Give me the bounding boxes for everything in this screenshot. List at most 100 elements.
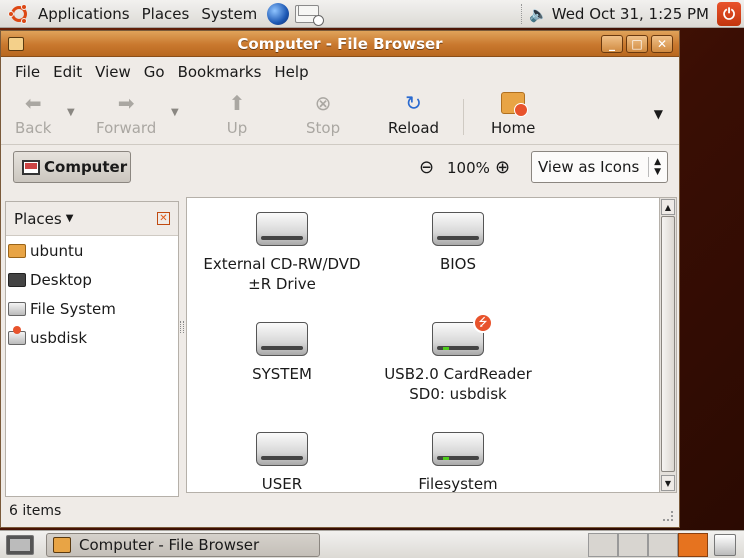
mail-icon[interactable]: [295, 4, 325, 26]
ubuntu-logo-icon[interactable]: [8, 3, 30, 25]
side-pane-header[interactable]: Places ▼ ✕: [6, 202, 178, 236]
drive-icon: [432, 212, 484, 246]
sidebar-item-usbdisk[interactable]: usbdisk: [6, 323, 178, 352]
icon-cd-drive[interactable]: External CD-RW/DVD ±R Drive: [197, 212, 367, 294]
computer-icon: [22, 159, 40, 175]
close-button[interactable]: ✕: [651, 35, 673, 53]
window-titlebar[interactable]: Computer - File Browser _ □ ✕: [1, 31, 679, 57]
icon-label: External CD-RW/DVD: [203, 255, 361, 273]
menu-go[interactable]: Go: [144, 63, 165, 81]
optical-drive-icon: [256, 212, 308, 246]
trash-icon[interactable]: [714, 534, 736, 556]
icon-view: External CD-RW/DVD ±R Drive BIOS SYSTEM …: [186, 197, 677, 493]
icon-filesystem[interactable]: Filesystem: [373, 432, 543, 493]
file-browser-window: Computer - File Browser _ □ ✕ File Edit …: [0, 30, 680, 528]
zoom-out-icon[interactable]: ⊖: [419, 157, 434, 178]
vertical-scrollbar[interactable]: ▲ ▼: [659, 198, 676, 492]
sidebar-item-label: usbdisk: [30, 328, 88, 347]
system-menu[interactable]: System: [201, 5, 257, 23]
reload-button[interactable]: ↻ Reload: [388, 91, 439, 137]
back-label: Back: [15, 119, 52, 137]
volume-icon[interactable]: 🔈: [529, 5, 548, 23]
workspace-switcher: [588, 533, 708, 557]
zoom-level[interactable]: 100%: [447, 159, 490, 177]
desktop-icon: [8, 272, 26, 287]
icon-bios[interactable]: BIOS: [373, 212, 543, 274]
workspace-3[interactable]: [648, 533, 678, 557]
up-button[interactable]: ⬆ Up: [225, 91, 249, 137]
sidebar-item-ubuntu[interactable]: ubuntu: [6, 236, 178, 265]
icon-label: SD0: usbdisk: [409, 385, 507, 403]
forward-label: Forward: [96, 119, 157, 137]
menu-file[interactable]: File: [15, 63, 40, 81]
back-arrow-icon: ⬅: [24, 91, 42, 115]
chevron-down-icon: ▼: [65, 213, 74, 224]
workspace-2[interactable]: [618, 533, 648, 557]
applications-menu[interactable]: Applications: [38, 5, 130, 23]
menu-help[interactable]: Help: [274, 63, 308, 81]
places-dropdown-label: Places: [14, 209, 62, 228]
up-label: Up: [226, 119, 248, 137]
sidebar-item-label: File System: [30, 299, 116, 318]
workspace-4[interactable]: [678, 533, 708, 557]
stop-button[interactable]: ⊗ Stop: [306, 91, 340, 137]
minimize-button[interactable]: _: [601, 35, 623, 53]
sidebar-item-label: ubuntu: [30, 241, 84, 260]
zoom-in-icon[interactable]: ⊕: [495, 157, 510, 178]
taskbar-button-file-browser[interactable]: Computer - File Browser: [46, 533, 320, 557]
back-button[interactable]: ⬅ Back: [15, 91, 51, 137]
icon-label: ±R Drive: [248, 275, 316, 293]
forward-button[interactable]: ➡ Forward: [96, 91, 156, 137]
pane-resize-handle[interactable]: [180, 321, 184, 333]
drive-icon: [256, 432, 308, 466]
places-menu[interactable]: Places: [142, 5, 190, 23]
icon-user[interactable]: USER: [197, 432, 367, 493]
icon-label: USER: [261, 475, 303, 493]
window-resize-grip[interactable]: [663, 511, 673, 521]
icon-label: BIOS: [439, 255, 477, 273]
sidebar-item-file-system[interactable]: File System: [6, 294, 178, 323]
home-button[interactable]: Home: [491, 91, 535, 137]
icon-usb-cardreader[interactable]: ⭍ USB2.0 CardReader SD0: usbdisk: [373, 313, 543, 404]
clock[interactable]: Wed Oct 31, 1:25 PM: [552, 5, 709, 23]
usb-drive-icon: ⭍: [432, 313, 493, 356]
menu-edit[interactable]: Edit: [53, 63, 82, 81]
scroll-down-icon[interactable]: ▼: [661, 475, 675, 491]
usb-badge-icon: ⭍: [473, 313, 493, 333]
status-bar: 6 items: [9, 503, 62, 519]
menu-view[interactable]: View: [95, 63, 131, 81]
back-history-arrow[interactable]: ▼: [67, 107, 75, 118]
home-folder-icon: [501, 92, 529, 117]
menubar: File Edit View Go Bookmarks Help: [1, 57, 679, 87]
icon-system[interactable]: SYSTEM: [197, 322, 367, 384]
reload-icon: ↻: [405, 91, 422, 115]
usb-drive-icon: [8, 325, 26, 345]
icon-label: Filesystem: [418, 475, 498, 493]
toolbar-divider: [463, 99, 464, 135]
scrollbar-thumb[interactable]: [661, 216, 675, 472]
icon-label: SYSTEM: [252, 365, 312, 383]
home-label: Home: [491, 119, 536, 137]
home-folder-icon: [8, 243, 26, 258]
computer-path-button[interactable]: Computer: [13, 151, 131, 183]
close-pane-icon[interactable]: ✕: [157, 212, 170, 225]
toolbar-overflow-arrow[interactable]: ▼: [654, 107, 663, 121]
scroll-up-icon[interactable]: ▲: [661, 199, 675, 215]
menu-bookmarks[interactable]: Bookmarks: [178, 63, 262, 81]
forward-history-arrow[interactable]: ▼: [171, 107, 179, 118]
maximize-button[interactable]: □: [626, 35, 648, 53]
sidebar-item-label: Desktop: [30, 270, 92, 289]
forward-arrow-icon: ➡: [117, 91, 135, 115]
taskbar-button-label: Computer - File Browser: [79, 536, 260, 554]
side-pane: Places ▼ ✕ ubuntu Desktop File System us…: [5, 201, 179, 497]
power-button[interactable]: ⏻: [717, 1, 741, 26]
view-mode-select[interactable]: View as Icons ▲ ▼: [531, 151, 668, 183]
sidebar-item-desktop[interactable]: Desktop: [6, 265, 178, 294]
show-desktop-button[interactable]: [6, 535, 34, 555]
toolbar: ⬅ Back ▼ ➡ Forward ▼ ⬆ Up ⊗ Stop ↻ Reloa…: [1, 87, 679, 145]
reload-label: Reload: [388, 119, 440, 137]
computer-path-label: Computer: [44, 158, 128, 176]
workspace-1[interactable]: [588, 533, 618, 557]
web-browser-icon[interactable]: [267, 2, 290, 25]
bottom-panel: Computer - File Browser: [0, 530, 744, 558]
